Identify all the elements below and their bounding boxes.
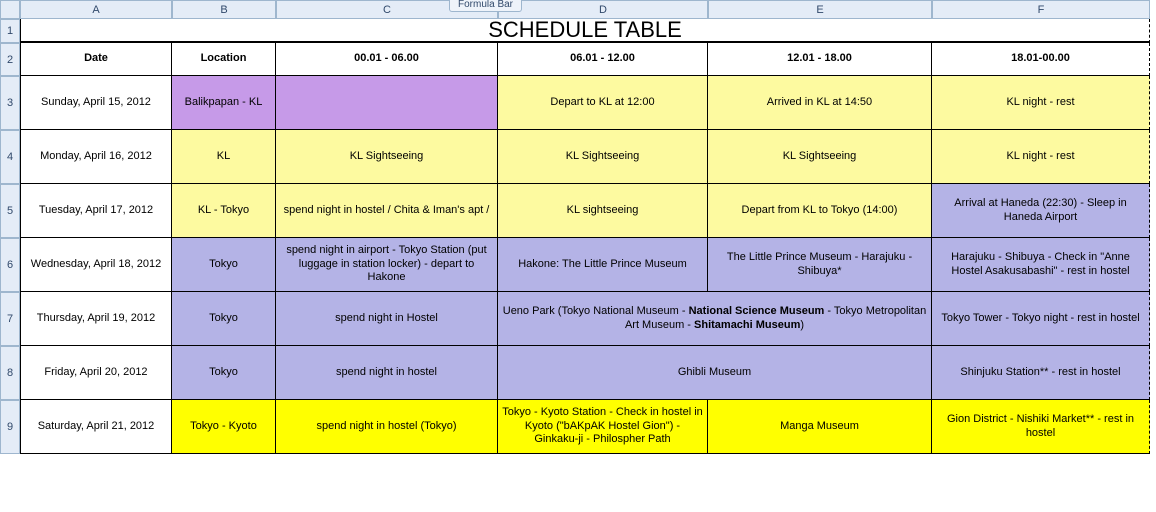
cell[interactable]: Arrived in KL at 14:50 [708, 76, 932, 130]
col-header-E[interactable]: E [708, 0, 932, 19]
header-time3[interactable]: 12.01 - 18.00 [708, 43, 932, 76]
cell-location[interactable]: Tokyo - Kyoto [172, 400, 276, 454]
row-header-8[interactable]: 8 [0, 346, 20, 400]
cell-text: Ueno Park (Tokyo National Museum - Natio… [502, 305, 927, 333]
col-header-F[interactable]: F [932, 0, 1150, 19]
cell-location[interactable]: KL [172, 130, 276, 184]
row-header-3[interactable]: 3 [0, 76, 20, 130]
row-header-2[interactable]: 2 [0, 43, 20, 76]
cell-merged[interactable]: Ghibli Museum [498, 346, 932, 400]
cell[interactable]: KL night - rest [932, 130, 1150, 184]
cell[interactable]: KL Sightseeing [708, 130, 932, 184]
cell[interactable] [276, 76, 498, 130]
cell-date[interactable]: Sunday, April 15, 2012 [20, 76, 172, 130]
formula-bar-label: Formula Bar [449, 0, 522, 12]
cell[interactable]: KL Sightseeing [276, 130, 498, 184]
row-header-7[interactable]: 7 [0, 292, 20, 346]
cell-location[interactable]: Tokyo [172, 238, 276, 292]
cell[interactable]: Tokyo - Kyoto Station - Check in hostel … [498, 400, 708, 454]
header-location[interactable]: Location [172, 43, 276, 76]
cell[interactable]: spend night in hostel / Chita & Iman's a… [276, 184, 498, 238]
cell-date[interactable]: Friday, April 20, 2012 [20, 346, 172, 400]
cell[interactable]: KL sightseeing [498, 184, 708, 238]
cell[interactable]: spend night in Hostel [276, 292, 498, 346]
cell-location[interactable]: Balikpapan - KL [172, 76, 276, 130]
cell-date[interactable]: Saturday, April 21, 2012 [20, 400, 172, 454]
cell[interactable]: spend night in hostel (Tokyo) [276, 400, 498, 454]
cell[interactable]: spend night in hostel [276, 346, 498, 400]
col-header-A[interactable]: A [20, 0, 172, 19]
cell-date[interactable]: Thursday, April 19, 2012 [20, 292, 172, 346]
cell[interactable]: Manga Museum [708, 400, 932, 454]
row-header-4[interactable]: 4 [0, 130, 20, 184]
cell[interactable]: Arrival at Haneda (22:30) - Sleep in Han… [932, 184, 1150, 238]
header-time2[interactable]: 06.01 - 12.00 [498, 43, 708, 76]
header-time1[interactable]: 00.01 - 06.00 [276, 43, 498, 76]
cell[interactable]: Hakone: The Little Prince Museum [498, 238, 708, 292]
cell[interactable]: Harajuku - Shibuya - Check in "Anne Host… [932, 238, 1150, 292]
select-all-corner[interactable] [0, 0, 20, 19]
cell-date[interactable]: Monday, April 16, 2012 [20, 130, 172, 184]
cell[interactable]: Gion District - Nishiki Market** - rest … [932, 400, 1150, 454]
cell-location[interactable]: KL - Tokyo [172, 184, 276, 238]
cell[interactable]: Tokyo Tower - Tokyo night - rest in host… [932, 292, 1150, 346]
cell[interactable]: Depart from KL to Tokyo (14:00) [708, 184, 932, 238]
header-time4[interactable]: 18.01-00.00 [932, 43, 1150, 76]
cell-merged[interactable]: Ueno Park (Tokyo National Museum - Natio… [498, 292, 932, 346]
cell[interactable]: Depart to KL at 12:00 [498, 76, 708, 130]
cell[interactable]: spend night in airport - Tokyo Station (… [276, 238, 498, 292]
cell[interactable]: KL Sightseeing [498, 130, 708, 184]
row-header-1[interactable]: 1 [0, 19, 20, 43]
row-header-5[interactable]: 5 [0, 184, 20, 238]
cell[interactable]: KL night - rest [932, 76, 1150, 130]
cell-location[interactable]: Tokyo [172, 346, 276, 400]
spreadsheet: A B C D E F 1 SCHEDULE TABLE 2 Date Loca… [0, 0, 1156, 454]
cell-location[interactable]: Tokyo [172, 292, 276, 346]
row-header-9[interactable]: 9 [0, 400, 20, 454]
row-header-6[interactable]: 6 [0, 238, 20, 292]
cell[interactable]: The Little Prince Museum - Harajuku - Sh… [708, 238, 932, 292]
page-title[interactable]: SCHEDULE TABLE [20, 19, 1150, 43]
header-date[interactable]: Date [20, 43, 172, 76]
cell-date[interactable]: Wednesday, April 18, 2012 [20, 238, 172, 292]
col-header-B[interactable]: B [172, 0, 276, 19]
cell-date[interactable]: Tuesday, April 17, 2012 [20, 184, 172, 238]
cell[interactable]: Shinjuku Station** - rest in hostel [932, 346, 1150, 400]
